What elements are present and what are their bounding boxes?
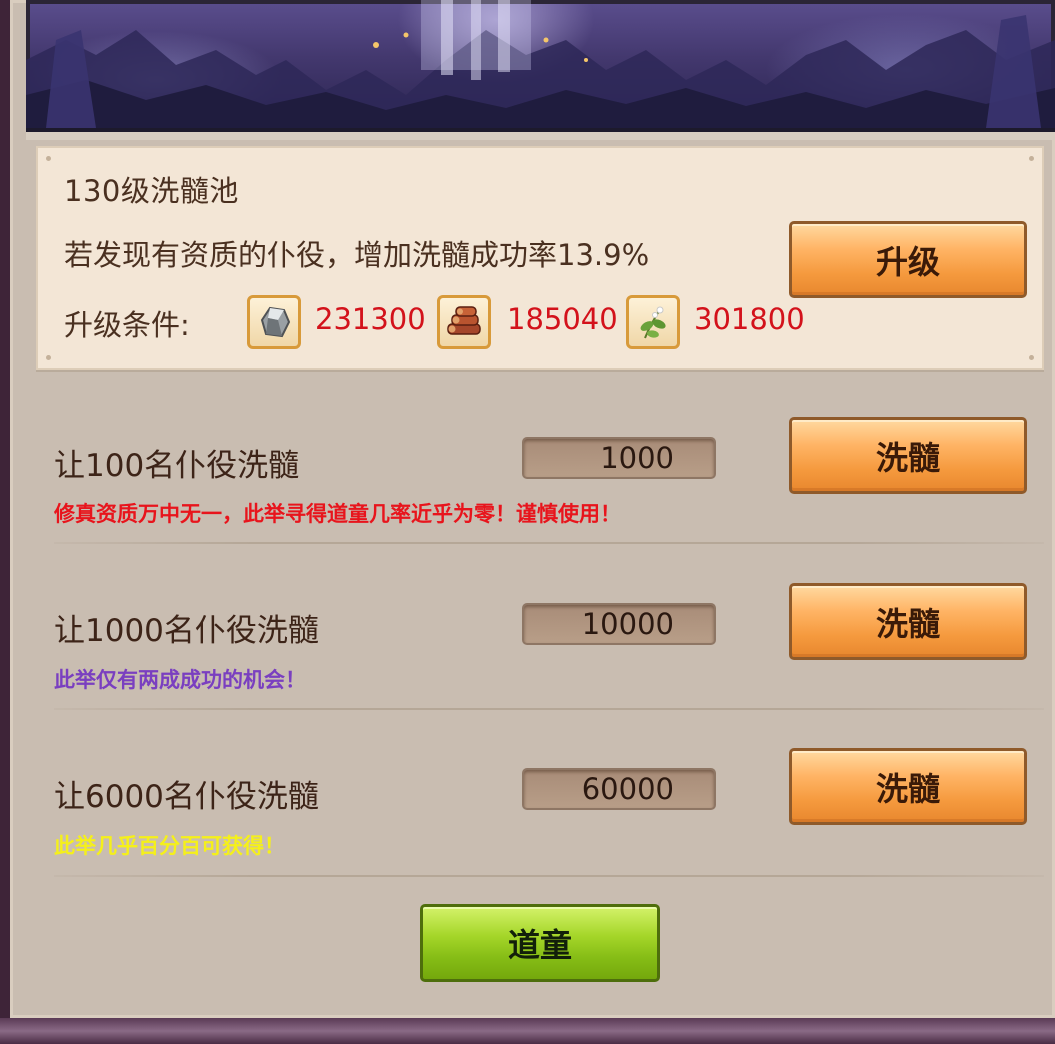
wood-logs-icon (437, 295, 491, 349)
panel-rivet (1029, 355, 1034, 360)
option-title-1000: 让1000名仆役洗髓 (54, 613, 319, 649)
background-strip (0, 1018, 1055, 1044)
option-title-100: 让100名仆役洗髓 (54, 448, 300, 484)
row-divider (54, 542, 1044, 544)
banner-divider (26, 132, 1055, 140)
stone-amount: 231300 (315, 302, 426, 336)
option-note-1000: 此举仅有两成成功的机会！ (54, 668, 306, 692)
herb-amount: 301800 (694, 302, 805, 336)
wash-button-1000[interactable]: 洗髓 (789, 583, 1027, 660)
panel-rivet (46, 355, 51, 360)
option-title-6000: 让6000名仆役洗髓 (54, 779, 319, 815)
stone-ore-icon (247, 295, 301, 349)
option-note-6000: 此举几乎百分百可获得！ (54, 834, 285, 858)
herb-plant-icon (626, 295, 680, 349)
option-cost-100: 1000 (522, 437, 716, 479)
panel-rivet (1029, 156, 1034, 161)
row-divider (54, 875, 1044, 877)
option-note-100: 修真资质万中无一，此举寻得道童几率近乎为零！谨慎使用！ (54, 502, 621, 526)
disciple-button[interactable]: 道童 (420, 904, 660, 982)
pool-description: 若发现有资质的仆役，增加洗髓成功率13.9% (64, 238, 650, 272)
upgrade-condition-label: 升级条件: (64, 308, 190, 342)
option-cost-1000: 10000 (522, 603, 716, 645)
wood-amount: 185040 (507, 302, 618, 336)
option-cost-6000: 60000 (522, 768, 716, 810)
wash-button-100[interactable]: 洗髓 (789, 417, 1027, 494)
scenery-banner (26, 0, 1055, 132)
pool-level-title: 130级洗髓池 (64, 174, 239, 208)
row-divider (54, 708, 1044, 710)
upgrade-button[interactable]: 升级 (789, 221, 1027, 298)
panel-rivet (46, 156, 51, 161)
wash-button-6000[interactable]: 洗髓 (789, 748, 1027, 825)
